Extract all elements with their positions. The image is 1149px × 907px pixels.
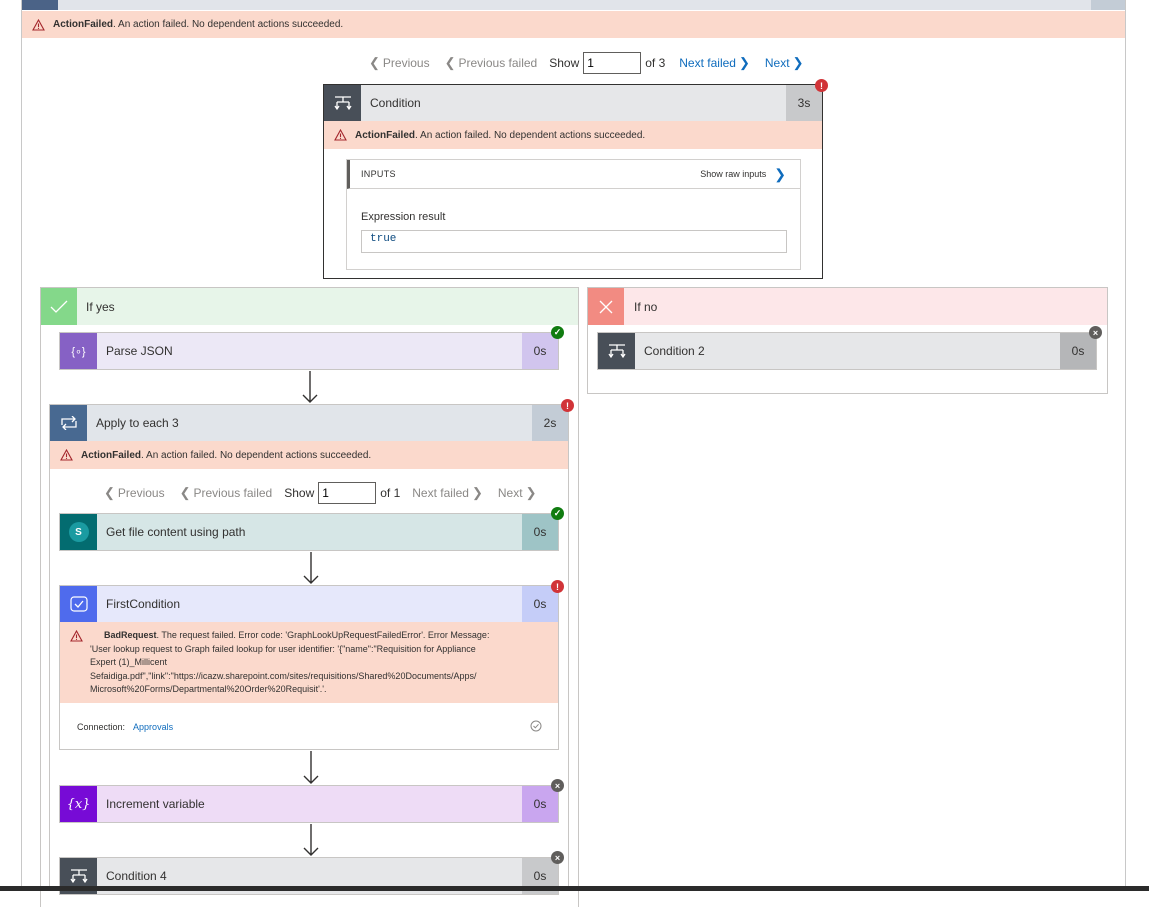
canvas-left-border [21, 0, 22, 891]
chevron-left-icon: ❮ [444, 55, 456, 70]
iteration-input[interactable] [583, 52, 642, 74]
flow-arrow-icon [303, 751, 319, 784]
if-yes-header[interactable]: If yes [41, 288, 578, 325]
next-failed-button[interactable]: Next failed ❯ [679, 55, 753, 71]
apply-to-each-pager: ❮Previous ❮Previous failed Show of 1 Nex… [101, 481, 551, 505]
loop-icon [50, 405, 87, 441]
condition-icon [324, 85, 361, 121]
chevron-left-icon: ❮ [104, 485, 115, 500]
show-label: Show [549, 56, 580, 70]
error-text: ActionFailed. An action failed. No depen… [53, 19, 344, 30]
condition-header[interactable]: Condition 3s [324, 85, 822, 121]
top-pager: ❮Previous ❮Previous failed Show of 3 Nex… [366, 51, 818, 75]
parse-json-title: Parse JSON [106, 344, 173, 358]
error-status-icon: ! [815, 79, 828, 92]
first-condition-title: FirstCondition [106, 597, 181, 611]
parse-json-icon: {∘} [60, 333, 97, 369]
get-file-content-title: Get file content using path [106, 525, 246, 539]
increment-variable-card[interactable]: {x} Increment variable 0s × [59, 779, 564, 823]
expression-result-label: Expression result [361, 211, 446, 223]
success-status-icon: ✓ [551, 507, 564, 520]
chevron-right-icon: ❯ [792, 55, 804, 70]
variable-icon: {x} [60, 786, 97, 822]
show-raw-inputs-button[interactable]: Show raw inputs ❯ [700, 166, 786, 183]
connection-row: Connection: Approvals [60, 703, 558, 751]
show-label: Show [284, 486, 315, 500]
apply-to-each-header[interactable]: Apply to each 3 2s [50, 405, 568, 441]
condition-4-title: Condition 4 [106, 869, 167, 883]
increment-variable-title: Increment variable [106, 797, 205, 811]
top-error-banner: ActionFailed. An action failed. No depen… [22, 11, 1125, 38]
flow-arrow-icon [302, 371, 318, 403]
scope-header-strip [22, 0, 1125, 10]
next-button[interactable]: Next ❯ [765, 55, 807, 71]
previous-failed-button[interactable]: ❮ Previous failed [442, 55, 538, 71]
connection-link[interactable]: Approvals [133, 722, 530, 732]
chevron-right-icon: ❯ [471, 485, 483, 500]
condition-2-duration: 0s [1060, 333, 1096, 369]
bottom-taskbar-edge [0, 886, 1149, 891]
skipped-status-icon: × [551, 851, 564, 864]
skipped-status-icon: × [551, 779, 564, 792]
connection-ok-icon [530, 720, 542, 734]
approvals-icon [60, 586, 97, 622]
get-file-content-card[interactable]: S Get file content using path 0s ✓ [59, 507, 564, 551]
apply-to-each-error: ActionFailed. An action failed. No depen… [50, 441, 568, 469]
first-condition-error: BadRequest. The request failed. Error co… [60, 622, 558, 703]
warning-icon [32, 18, 45, 31]
condition-error: ActionFailed. An action failed. No depen… [324, 121, 822, 149]
chevron-right-icon: ❯ [525, 485, 537, 500]
expression-result-value: true [361, 230, 787, 253]
chevron-left-icon: ❮ [179, 485, 191, 500]
chevron-right-icon: ❯ [738, 55, 750, 70]
iteration-input[interactable] [318, 482, 377, 504]
checkmark-icon [41, 288, 77, 325]
parse-json-card[interactable]: {∘} Parse JSON 0s ✓ [59, 326, 564, 370]
error-status-icon: ! [551, 580, 564, 593]
condition-card: Condition 3s ActionFailed. An action fai… [323, 79, 828, 279]
warning-icon [70, 629, 83, 647]
sharepoint-icon: S [60, 514, 97, 550]
warning-icon [60, 449, 73, 461]
condition-2-title: Condition 2 [644, 344, 705, 358]
next-button[interactable]: Next ❯ [498, 485, 540, 501]
if-no-header[interactable]: If no [588, 288, 1107, 325]
condition-title: Condition [370, 96, 421, 110]
condition-icon [598, 333, 635, 369]
previous-button[interactable]: ❮ Previous [366, 55, 430, 71]
get-file-content-duration: 0s [522, 514, 558, 550]
flow-arrow-icon [303, 824, 319, 856]
success-status-icon: ✓ [551, 326, 564, 339]
inputs-panel: INPUTS Show raw inputs ❯ Expression resul… [346, 159, 801, 270]
condition-2-card[interactable]: Condition 2 0s × [597, 326, 1102, 370]
canvas-right-border [1125, 0, 1126, 891]
if-no-label: If no [634, 299, 658, 314]
chevron-right-icon: ❯ [774, 165, 786, 182]
inputs-label: INPUTS [361, 169, 396, 179]
iteration-count: of 3 [645, 56, 666, 70]
next-failed-button[interactable]: Next failed ❯ [412, 485, 486, 501]
previous-button[interactable]: ❮ Previous [101, 485, 165, 501]
warning-icon [334, 129, 347, 141]
first-condition-card: FirstCondition 0s BadRequest. The reques… [59, 580, 564, 751]
close-icon [588, 288, 624, 325]
previous-failed-button[interactable]: ❮ Previous failed [177, 485, 273, 501]
iteration-count: of 1 [380, 486, 401, 500]
apply-to-each-title: Apply to each 3 [96, 416, 179, 430]
inputs-header: INPUTS Show raw inputs ❯ [347, 160, 800, 189]
chevron-left-icon: ❮ [369, 55, 380, 70]
error-status-icon: ! [561, 399, 574, 412]
skipped-status-icon: × [1089, 326, 1102, 339]
parse-json-duration: 0s [522, 333, 558, 369]
increment-variable-duration: 0s [522, 786, 558, 822]
if-yes-label: If yes [86, 299, 115, 314]
connection-label: Connection: [77, 721, 126, 732]
first-condition-header[interactable]: FirstCondition 0s [60, 586, 558, 622]
flow-arrow-icon [303, 552, 319, 584]
